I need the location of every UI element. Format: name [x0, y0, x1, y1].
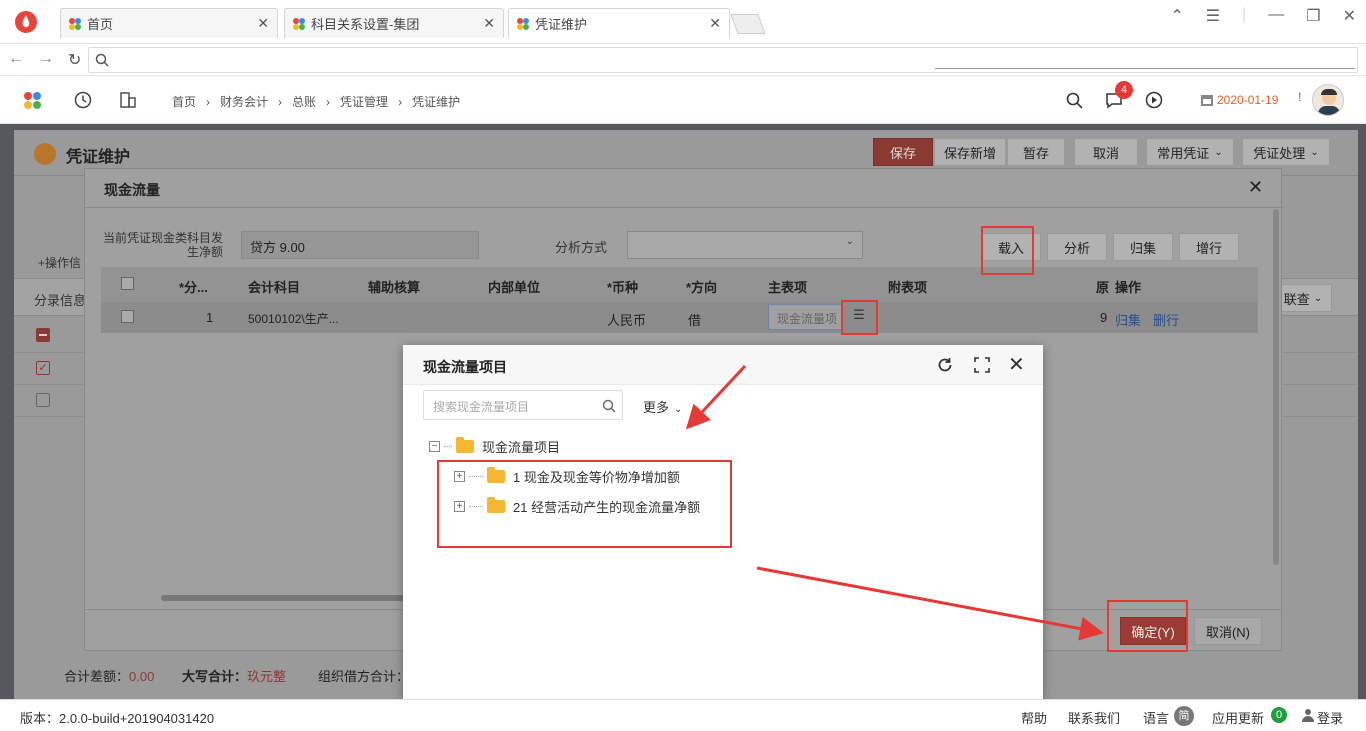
language-badge[interactable]: 简: [1174, 706, 1194, 726]
help-link[interactable]: 帮助: [1021, 708, 1047, 727]
login-link[interactable]: 登录: [1317, 708, 1343, 727]
app-update-link[interactable]: 应用更新: [1212, 708, 1264, 727]
language-link[interactable]: 语言: [1143, 708, 1169, 727]
version-text: 版本：2.0.0-build+201904031420: [20, 711, 215, 726]
annotation-arrows: [685, 364, 1104, 641]
user-icon: [1302, 709, 1314, 722]
contact-link[interactable]: 联系我们: [1068, 708, 1120, 727]
status-bar: 版本：2.0.0-build+201904031420 帮助 联系我们 语言 简…: [0, 699, 1366, 731]
update-count-badge: 0: [1271, 707, 1287, 723]
